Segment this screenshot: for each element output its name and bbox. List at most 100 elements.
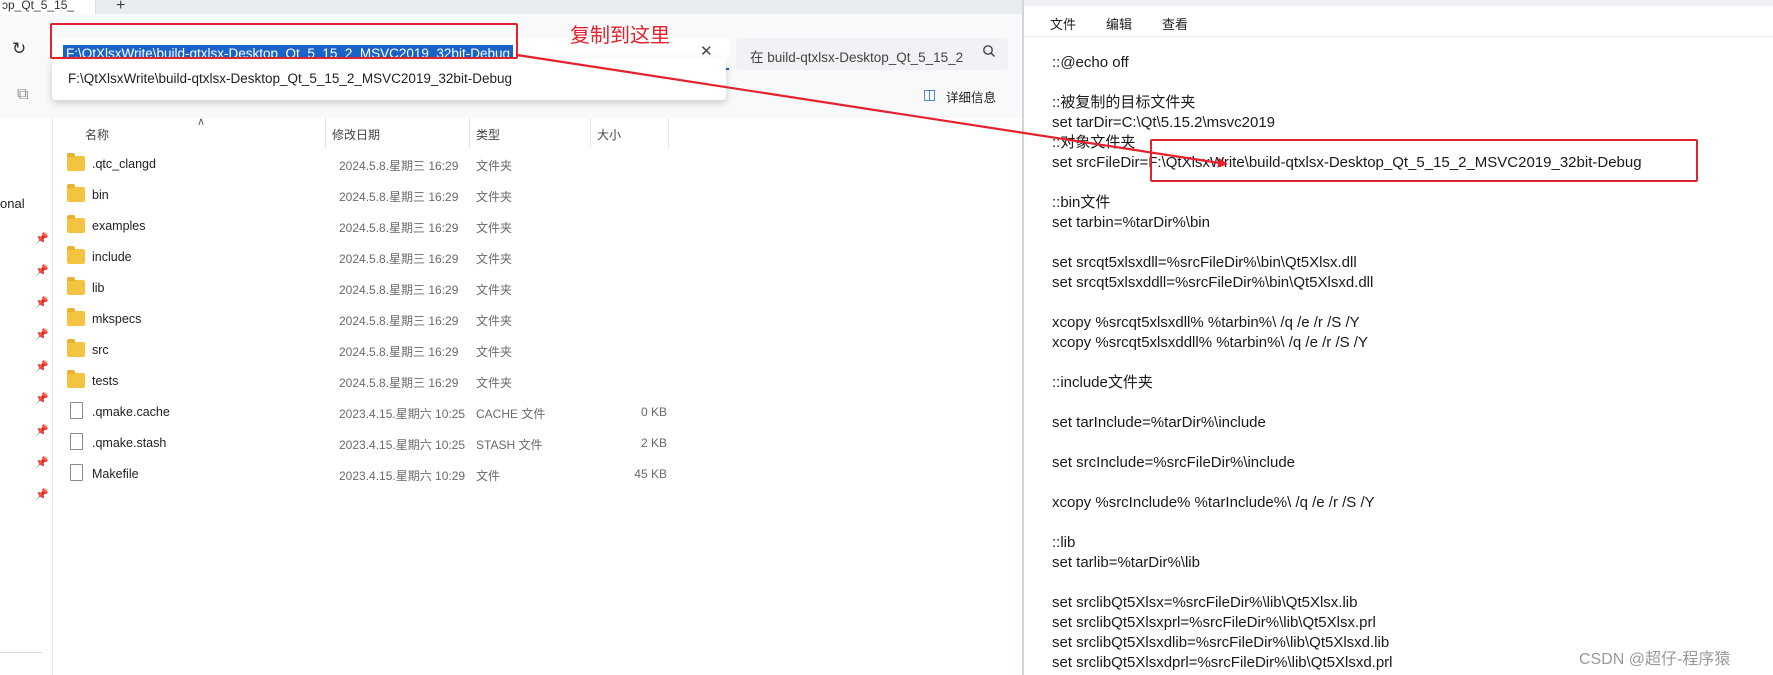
file-type: 文件夹: [476, 376, 513, 390]
menu-view[interactable]: 查看: [1162, 14, 1188, 33]
column-header-name[interactable]: 名称: [85, 126, 109, 143]
file-modified: 2024.5.8.星期三 16:29: [339, 221, 459, 235]
column-header-modified[interactable]: 修改日期: [332, 126, 380, 143]
folder-icon: [67, 153, 85, 171]
menu-edit[interactable]: 编辑: [1106, 14, 1132, 33]
code-line: ::lib: [1052, 534, 1076, 551]
file-icon: [70, 402, 83, 419]
file-name: mkspecs: [92, 312, 142, 326]
file-name: examples: [92, 219, 146, 233]
code-line: set srcqt5xlsxddll=%srcFileDir%\bin\Qt5X…: [1052, 274, 1374, 291]
table-row[interactable]: src 2024.5.8.星期三 16:29 文件夹: [67, 336, 707, 366]
copy-icon[interactable]: ⧉: [17, 86, 28, 104]
file-name: tests: [92, 374, 119, 388]
column-header-size[interactable]: 大小: [597, 126, 621, 143]
tab-current-folder[interactable]: ɔp_Qt_5_15_: [0, 0, 96, 14]
table-row[interactable]: .qmake.cache 2023.4.15.星期六 10:25 CACHE 文…: [67, 398, 707, 428]
details-button-label[interactable]: 详细信息: [946, 87, 996, 106]
sort-ascending-icon[interactable]: ∧: [197, 115, 205, 128]
file-size: 45 KB: [634, 467, 667, 481]
code-line: ::bin文件: [1052, 194, 1111, 211]
column-header-type[interactable]: 类型: [476, 126, 500, 143]
folder-icon: [67, 277, 85, 295]
folder-icon: [67, 339, 85, 357]
table-row[interactable]: tests 2024.5.8.星期三 16:29 文件夹: [67, 367, 707, 397]
annotation-highlight-address: [50, 23, 518, 59]
column-divider[interactable]: [590, 118, 591, 148]
details-pane-icon[interactable]: ◫: [923, 86, 936, 103]
file-modified: 2023.4.15.星期六 10:25: [339, 438, 466, 452]
file-type: 文件: [476, 469, 501, 483]
text-editor[interactable]: ::@echo off ::被复制的目标文件夹 set tarDir=C:\Qt…: [1024, 37, 1773, 675]
file-name: include: [92, 250, 132, 264]
search-icon[interactable]: [982, 44, 996, 61]
pin-icon[interactable]: 📌: [35, 232, 49, 245]
code-line: ::被复制的目标文件夹: [1052, 94, 1196, 111]
file-type: 文件夹: [476, 345, 513, 359]
file-modified: 2023.4.15.星期六 10:29: [339, 469, 466, 483]
search-box[interactable]: 在 build-qtxlsx-Desktop_Qt_5_15_2: [736, 38, 1008, 70]
code-line: set tarbin=%tarDir%\bin: [1052, 214, 1210, 231]
table-row[interactable]: .qtc_clangd 2024.5.8.星期三 16:29 文件夹: [67, 150, 707, 180]
file-explorer-window: ɔp_Qt_5_15_ + ↻ F:\QtXlsxWrite\build-qtx…: [0, 0, 1022, 675]
file-icon: [70, 433, 83, 450]
search-input[interactable]: 在 build-qtxlsx-Desktop_Qt_5_15_2: [750, 46, 963, 66]
file-modified: 2024.5.8.星期三 16:29: [339, 190, 459, 204]
table-row[interactable]: mkspecs 2024.5.8.星期三 16:29 文件夹: [67, 305, 707, 335]
table-row[interactable]: examples 2024.5.8.星期三 16:29 文件夹: [67, 212, 707, 242]
file-name: lib: [92, 281, 105, 295]
file-list: ∧ 名称 修改日期 类型 大小 .qtc_clangd 2024.5.8.星期三…: [53, 115, 1022, 675]
nav-divider: [0, 652, 42, 653]
code-line: set tarDir=C:\Qt\5.15.2\msvc2019: [1052, 114, 1276, 131]
file-type: STASH 文件: [476, 438, 543, 452]
pin-icon[interactable]: 📌: [35, 264, 49, 277]
table-row[interactable]: bin 2024.5.8.星期三 16:29 文件夹: [67, 181, 707, 211]
code-line: set srclibQt5Xlsxdlib=%srcFileDir%\lib\Q…: [1052, 634, 1390, 651]
code-line: ::include文件夹: [1052, 374, 1153, 391]
code-line: xcopy %srcInclude% %tarInclude%\ /q /e /…: [1052, 494, 1375, 511]
refresh-icon[interactable]: ↻: [12, 39, 26, 59]
file-modified: 2024.5.8.星期三 16:29: [339, 314, 459, 328]
table-row[interactable]: .qmake.stash 2023.4.15.星期六 10:25 STASH 文…: [67, 429, 707, 459]
code-line: xcopy %srcqt5xlsxdll% %tarbin%\ /q /e /r…: [1052, 314, 1360, 331]
new-tab-icon[interactable]: +: [116, 0, 125, 15]
code-line: set tarInclude=%tarDir%\include: [1052, 414, 1266, 431]
table-row[interactable]: lib 2024.5.8.星期三 16:29 文件夹: [67, 274, 707, 304]
code-line: ::对象文件夹: [1052, 134, 1136, 151]
code-line: set srclibQt5Xlsx=%srcFileDir%\lib\Qt5Xl…: [1052, 594, 1358, 611]
file-name: src: [92, 343, 109, 357]
column-divider[interactable]: [325, 118, 326, 148]
notepad-window: 文件 编辑 查看 ::@echo off ::被复制的目标文件夹 set tar…: [1024, 0, 1773, 675]
menu-file[interactable]: 文件: [1050, 14, 1076, 33]
table-row[interactable]: Makefile 2023.4.15.星期六 10:29 文件 45 KB: [67, 460, 707, 490]
pin-icon[interactable]: 📌: [35, 456, 49, 469]
pin-icon[interactable]: 📌: [35, 488, 49, 501]
file-modified: 2024.5.8.星期三 16:29: [339, 283, 459, 297]
column-divider[interactable]: [469, 118, 470, 148]
file-size: 2 KB: [640, 436, 667, 450]
table-row[interactable]: include 2024.5.8.星期三 16:29 文件夹: [67, 243, 707, 273]
pin-icon[interactable]: 📌: [35, 360, 49, 373]
navigation-pane: onal 📌 📌 📌 📌 📌 📌 📌 📌 📌: [0, 118, 53, 675]
annotation-highlight-srcfiledir: [1150, 139, 1698, 182]
nav-item-label[interactable]: onal: [0, 196, 25, 211]
pin-icon[interactable]: 📌: [35, 296, 49, 309]
code-line: set srcqt5xlsxdll=%srcFileDir%\bin\Qt5Xl…: [1052, 254, 1357, 271]
file-type: CACHE 文件: [476, 407, 546, 421]
address-suggestion-item[interactable]: F:\QtXlsxWrite\build-qtxlsx-Desktop_Qt_5…: [68, 71, 512, 86]
folder-icon: [67, 308, 85, 326]
pin-icon[interactable]: 📌: [35, 424, 49, 437]
address-suggestion-dropdown: F:\QtXlsxWrite\build-qtxlsx-Desktop_Qt_5…: [52, 58, 726, 100]
file-type: 文件夹: [476, 283, 513, 297]
code-line: set srclibQt5Xlsxprl=%srcFileDir%\lib\Qt…: [1052, 614, 1376, 631]
file-type: 文件夹: [476, 159, 513, 173]
code-line: xcopy %srcqt5xlsxddll% %tarbin%\ /q /e /…: [1052, 334, 1368, 351]
file-modified: 2024.5.8.星期三 16:29: [339, 376, 459, 390]
watermark: CSDN @超仔-程序猿: [1579, 651, 1731, 668]
tab-strip: ɔp_Qt_5_15_ +: [0, 0, 1022, 14]
file-name: .qtc_clangd: [92, 157, 156, 171]
column-divider[interactable]: [668, 118, 669, 148]
pin-icon[interactable]: 📌: [35, 328, 49, 341]
pin-icon[interactable]: 📌: [35, 392, 49, 405]
code-line: ::@echo off: [1052, 54, 1129, 71]
